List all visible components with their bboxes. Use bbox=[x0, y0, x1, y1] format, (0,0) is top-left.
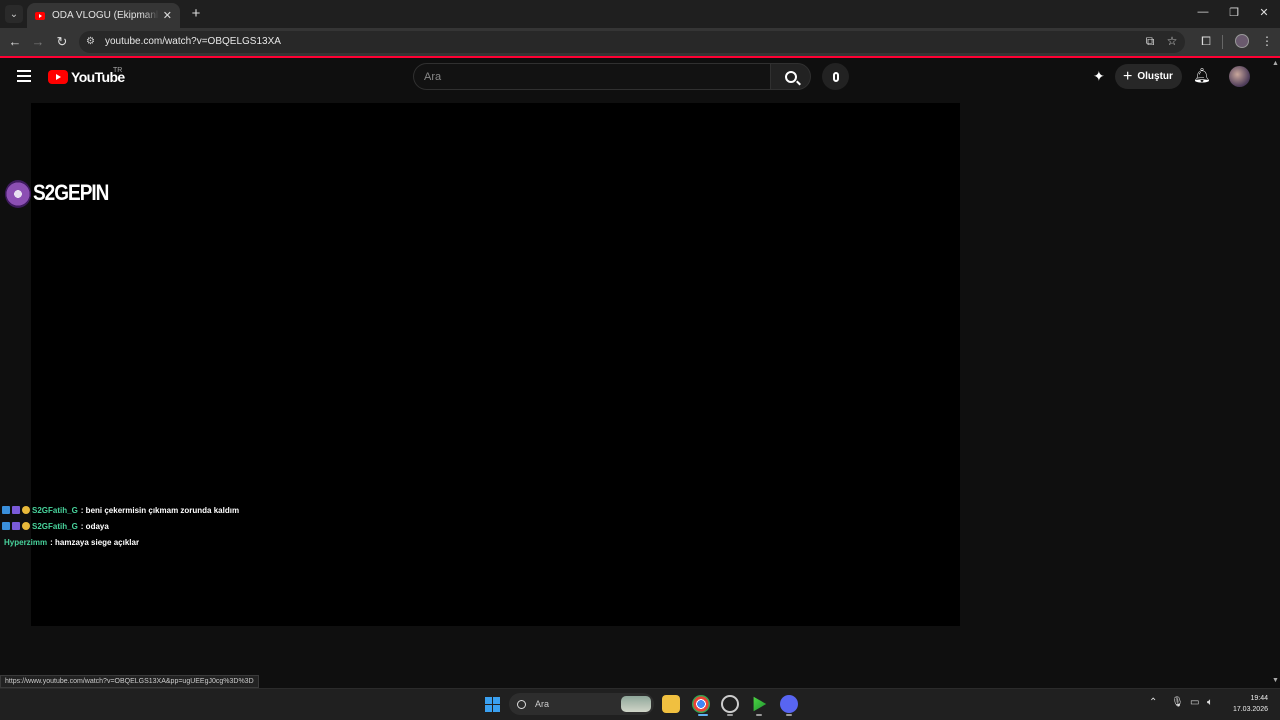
address-url[interactable]: youtube.com/watch?v=OBQELGS13XA bbox=[105, 36, 281, 47]
youtube-play-icon bbox=[48, 70, 68, 84]
new-tab-button[interactable]: + bbox=[188, 5, 204, 22]
search-icon bbox=[784, 70, 797, 83]
region-code: TR bbox=[113, 67, 123, 74]
tab-close-icon[interactable]: ✕ bbox=[163, 9, 172, 22]
file-explorer-icon[interactable] bbox=[662, 695, 680, 713]
running-app-indicator bbox=[727, 714, 733, 716]
page-load-indicator bbox=[0, 56, 1280, 58]
link-status-bubble: https://www.youtube.com/watch?v=OBQELGS1… bbox=[0, 675, 259, 688]
chat-username: S2GFatih_G bbox=[32, 521, 78, 531]
badge-icon bbox=[12, 506, 20, 514]
stream-overlay-logo: S2GEPIN bbox=[5, 180, 109, 208]
chat-message: Hyperzimm : hamzaya siege açıklar bbox=[2, 534, 239, 550]
page-scrollbar[interactable] bbox=[1270, 58, 1280, 688]
active-app-indicator bbox=[698, 714, 708, 716]
eye-logo-icon bbox=[5, 180, 31, 208]
install-app-icon[interactable]: ⧉ bbox=[1142, 34, 1158, 49]
search-icon bbox=[517, 699, 526, 709]
plus-icon: + bbox=[1123, 67, 1133, 85]
chat-message: S2GFatih_G : odaya bbox=[2, 518, 239, 534]
create-button[interactable]: + Oluştur bbox=[1115, 64, 1182, 89]
site-info-icon[interactable]: ⚙ bbox=[86, 36, 95, 47]
search-button[interactable] bbox=[770, 63, 811, 90]
back-arrow-icon[interactable]: ← bbox=[7, 34, 23, 49]
running-app-indicator bbox=[756, 714, 762, 716]
badge-icon bbox=[22, 522, 30, 530]
search-highlight-image[interactable] bbox=[621, 696, 651, 712]
reload-icon[interactable]: ↻ bbox=[54, 34, 70, 50]
badge-icon bbox=[12, 522, 20, 530]
windows-start-icon[interactable] bbox=[485, 697, 500, 712]
search-box[interactable] bbox=[413, 63, 770, 90]
close-window-button[interactable]: ✕ bbox=[1256, 6, 1272, 19]
bookmark-star-icon[interactable]: ☆ bbox=[1164, 34, 1180, 48]
minimize-button[interactable]: — bbox=[1195, 6, 1211, 18]
scroll-down-arrow-icon[interactable]: ▼ bbox=[1272, 677, 1279, 684]
tab-title: ODA VLOGU (Ekipmanlarım) - YouTube bbox=[52, 10, 159, 21]
network-icon[interactable]: ▭ bbox=[1190, 697, 1199, 708]
chat-text: : hamzaya siege açıklar bbox=[50, 537, 140, 547]
chrome-icon[interactable] bbox=[692, 695, 710, 713]
badge-icon bbox=[2, 506, 10, 514]
taskbar-search-placeholder: Ara bbox=[535, 699, 550, 709]
badge-icon bbox=[22, 506, 30, 514]
sparkle-icon[interactable]: ✦ bbox=[1093, 68, 1105, 85]
chat-text: : odaya bbox=[80, 521, 109, 531]
taskbar-clock[interactable]: 19:44 17.03.2026 bbox=[1228, 693, 1268, 715]
clock-date: 17.03.2026 bbox=[1232, 706, 1268, 713]
app-clock-icon[interactable] bbox=[721, 695, 739, 713]
chat-username: S2GFatih_G bbox=[32, 505, 78, 515]
voice-search-button[interactable] bbox=[822, 63, 849, 90]
badge-icon bbox=[2, 522, 10, 530]
overlay-logo-text: S2GEPIN bbox=[33, 181, 109, 206]
chat-message: S2GFatih_G : beni çekermisin çıkmam zoru… bbox=[2, 502, 239, 518]
create-button-label: Oluştur bbox=[1137, 71, 1173, 82]
browser-profile-avatar[interactable] bbox=[1235, 34, 1249, 48]
forward-arrow-icon[interactable]: → bbox=[30, 34, 46, 49]
tab-search-menu-button[interactable]: ⌄ bbox=[5, 5, 23, 23]
discord-icon[interactable] bbox=[780, 695, 798, 713]
search-input[interactable] bbox=[414, 64, 770, 89]
toolbar-divider bbox=[1222, 35, 1223, 49]
stream-chat-overlay: S2GFatih_G : beni çekermisin çıkmam zoru… bbox=[2, 502, 239, 550]
guide-menu-icon[interactable] bbox=[17, 70, 31, 82]
chat-username: Hyperzimm bbox=[4, 537, 48, 547]
volume-icon[interactable]: 🔈︎ bbox=[1207, 697, 1213, 708]
restore-button[interactable]: ❐ bbox=[1226, 6, 1242, 19]
clock-time: 19:44 bbox=[1250, 695, 1268, 702]
account-avatar[interactable] bbox=[1229, 66, 1250, 87]
browser-tab-active[interactable]: ODA VLOGU (Ekipmanlarım) - YouTube ✕ bbox=[27, 3, 180, 28]
running-app-indicator bbox=[786, 714, 792, 716]
notifications-bell-icon[interactable]: 🔔︎ bbox=[1193, 67, 1211, 84]
microphone-tray-icon[interactable]: 🎙︎ bbox=[1171, 697, 1184, 708]
youtube-favicon-icon bbox=[35, 11, 45, 20]
chat-text: : beni çekermisin çıkmam zorunda kaldım bbox=[80, 505, 240, 515]
show-hidden-icons-chevron-icon[interactable]: ⌃ bbox=[1149, 697, 1157, 708]
browser-menu-icon[interactable]: ⋮ bbox=[1259, 34, 1275, 48]
microphone-icon bbox=[832, 71, 839, 82]
scroll-up-arrow-icon[interactable]: ▲ bbox=[1272, 60, 1279, 67]
extensions-puzzle-icon[interactable]: ⧠ bbox=[1198, 34, 1214, 49]
